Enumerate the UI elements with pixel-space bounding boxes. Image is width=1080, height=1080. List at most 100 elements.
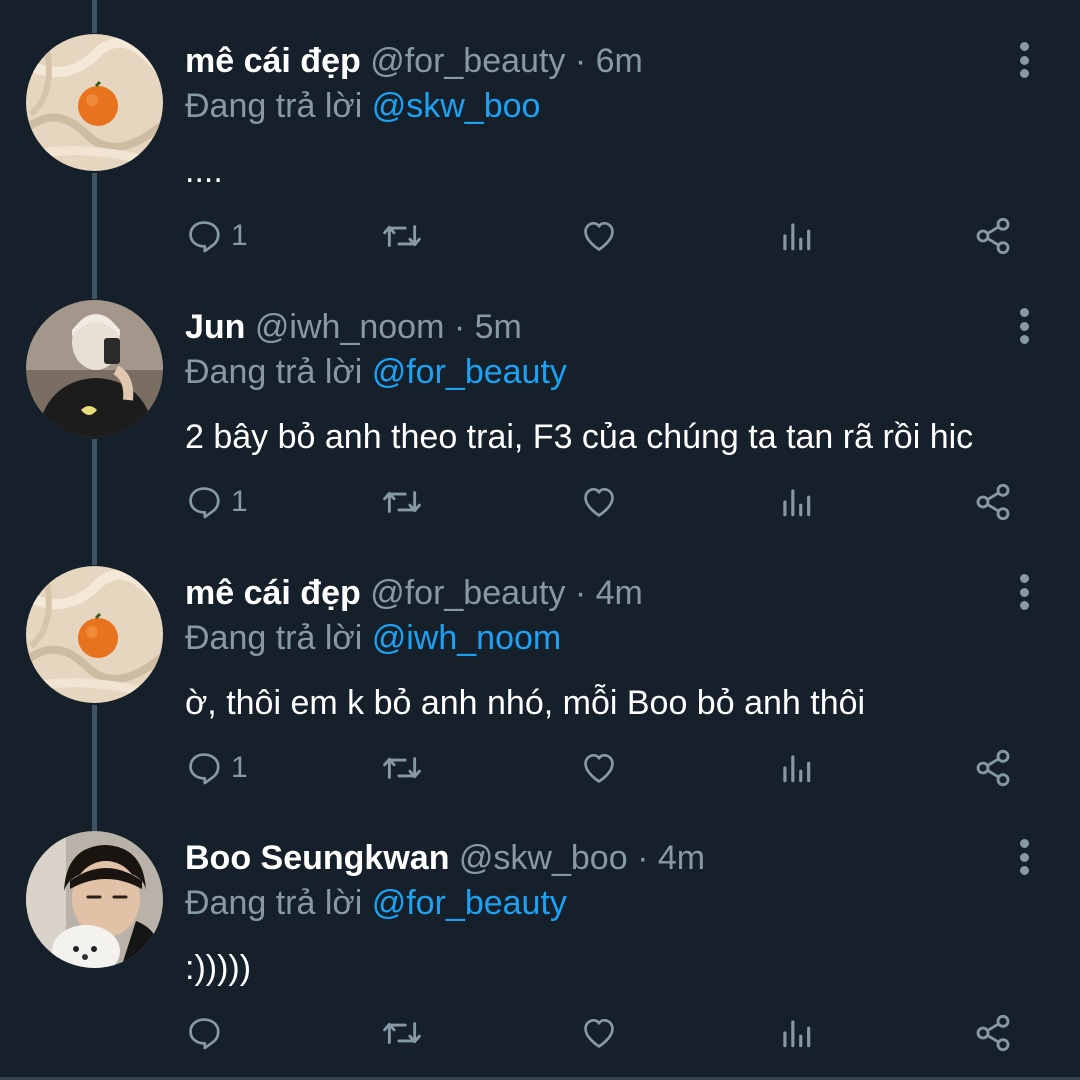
retweet-icon [383, 225, 421, 247]
username[interactable]: @for_beauty [370, 574, 565, 612]
retweet-icon [383, 1022, 421, 1044]
tweet-text: :))))) [185, 949, 252, 987]
heart-icon [584, 753, 614, 783]
separator-dot: · [637, 839, 649, 877]
avatar[interactable] [26, 300, 163, 437]
display-name[interactable]: mê cái đẹp [185, 574, 361, 612]
analytics-icon [783, 1020, 811, 1048]
retweet-icon [383, 757, 421, 779]
reply-button[interactable]: 1 [185, 214, 248, 258]
like-button[interactable] [579, 746, 619, 790]
avatar-person-with-dog [26, 831, 163, 968]
tweet-header: Boo Seungkwan @skw_boo · 4m [185, 837, 990, 879]
reply-count: 1 [231, 219, 248, 252]
tweet-actions: 1 [185, 480, 1025, 524]
replying-to-label: Đang trả lời [185, 353, 363, 391]
analytics-icon [783, 489, 811, 517]
timestamp[interactable]: 4m [658, 839, 705, 877]
analytics-button[interactable] [777, 480, 815, 524]
retweet-icon [383, 491, 421, 513]
heart-icon [584, 487, 614, 517]
username[interactable]: @for_beauty [370, 42, 565, 80]
reply-icon [189, 1018, 220, 1050]
timestamp[interactable]: 4m [596, 574, 643, 612]
tweet[interactable]: Jun @iwh_noom · 5m Đang trả lời @for_bea… [0, 266, 1080, 532]
tweet-text: 2 bây bỏ anh theo trai, F3 của chúng ta … [185, 418, 974, 456]
retweet-button[interactable] [381, 1011, 423, 1055]
share-button[interactable] [973, 480, 1013, 524]
share-button[interactable] [973, 214, 1013, 258]
heart-icon [584, 221, 614, 251]
tweet-header: Jun @iwh_noom · 5m [185, 306, 990, 348]
like-button[interactable] [579, 214, 619, 258]
timestamp[interactable]: 5m [475, 308, 522, 346]
separator-dot: · [574, 574, 587, 612]
share-icon [976, 749, 1010, 787]
tweet[interactable]: mê cái đẹp @for_beauty · 4m Đang trả lời… [0, 532, 1080, 798]
avatar-orange-on-cloth [26, 34, 163, 171]
tweet-actions: 1 [185, 746, 1025, 790]
display-name[interactable]: mê cái đẹp [185, 42, 361, 80]
avatar-person-mirror-selfie [26, 300, 163, 437]
reply-button[interactable]: 1 [185, 746, 248, 790]
replying-to-label: Đang trả lời [185, 884, 363, 922]
replying-to: Đang trả lời @skw_boo [185, 85, 540, 127]
like-button[interactable] [579, 480, 619, 524]
share-button[interactable] [973, 746, 1013, 790]
replying-to-label: Đang trả lời [185, 619, 363, 657]
avatar[interactable] [26, 34, 163, 171]
share-icon [976, 483, 1010, 521]
tweet-actions [185, 1011, 1025, 1055]
retweet-button[interactable] [381, 214, 423, 258]
avatar-orange-on-cloth [26, 566, 163, 703]
analytics-button[interactable] [777, 214, 815, 258]
more-vertical-icon[interactable] [1014, 42, 1034, 78]
analytics-button[interactable] [777, 1011, 815, 1055]
tweet-text: .... [185, 152, 223, 190]
share-icon [976, 1014, 1010, 1052]
replying-to: Đang trả lời @iwh_noom [185, 617, 561, 659]
mention-link[interactable]: @for_beauty [372, 884, 567, 922]
reply-icon [189, 221, 220, 253]
retweet-button[interactable] [381, 480, 423, 524]
reply-button[interactable] [185, 1011, 231, 1055]
tweet-text: ờ, thôi em k bỏ anh nhó, mỗi Boo bỏ anh … [185, 684, 866, 722]
timestamp[interactable]: 6m [596, 42, 643, 80]
avatar[interactable] [26, 831, 163, 968]
heart-icon [584, 1018, 614, 1048]
tweet-header: mê cái đẹp @for_beauty · 4m [185, 572, 990, 614]
retweet-button[interactable] [381, 746, 423, 790]
display-name[interactable]: Jun [185, 308, 245, 346]
tweet[interactable]: mê cái đẹp @for_beauty · 6m Đang trả lời… [0, 0, 1080, 266]
avatar[interactable] [26, 566, 163, 703]
reply-icon [189, 753, 220, 785]
reply-count: 1 [231, 485, 248, 518]
reply-button[interactable]: 1 [185, 480, 248, 524]
analytics-button[interactable] [777, 746, 815, 790]
mention-link[interactable]: @skw_boo [372, 87, 541, 125]
reply-icon [189, 487, 220, 519]
mention-link[interactable]: @for_beauty [372, 353, 567, 391]
share-icon [976, 217, 1010, 255]
like-button[interactable] [579, 1011, 619, 1055]
replying-to-label: Đang trả lời [185, 87, 363, 125]
separator-dot: · [574, 42, 587, 80]
username[interactable]: @skw_boo [459, 839, 628, 877]
analytics-icon [783, 223, 811, 251]
more-vertical-icon[interactable] [1014, 574, 1034, 610]
analytics-icon [783, 755, 811, 783]
more-vertical-icon[interactable] [1014, 308, 1034, 344]
mention-link[interactable]: @iwh_noom [372, 619, 562, 657]
tweet-thread: mê cái đẹp @for_beauty · 6m Đang trả lời… [0, 0, 1080, 1080]
tweet[interactable]: Boo Seungkwan @skw_boo · 4m Đang trả lời… [0, 797, 1080, 1063]
username[interactable]: @iwh_noom [255, 308, 445, 346]
reply-count: 1 [231, 751, 248, 784]
share-button[interactable] [973, 1011, 1013, 1055]
display-name[interactable]: Boo Seungkwan [185, 839, 449, 877]
replying-to: Đang trả lời @for_beauty [185, 351, 567, 393]
tweet-actions: 1 [185, 214, 1025, 258]
replying-to: Đang trả lời @for_beauty [185, 882, 567, 924]
separator-dot: · [453, 308, 466, 346]
more-vertical-icon[interactable] [1014, 839, 1034, 875]
tweet-header: mê cái đẹp @for_beauty · 6m [185, 40, 990, 82]
